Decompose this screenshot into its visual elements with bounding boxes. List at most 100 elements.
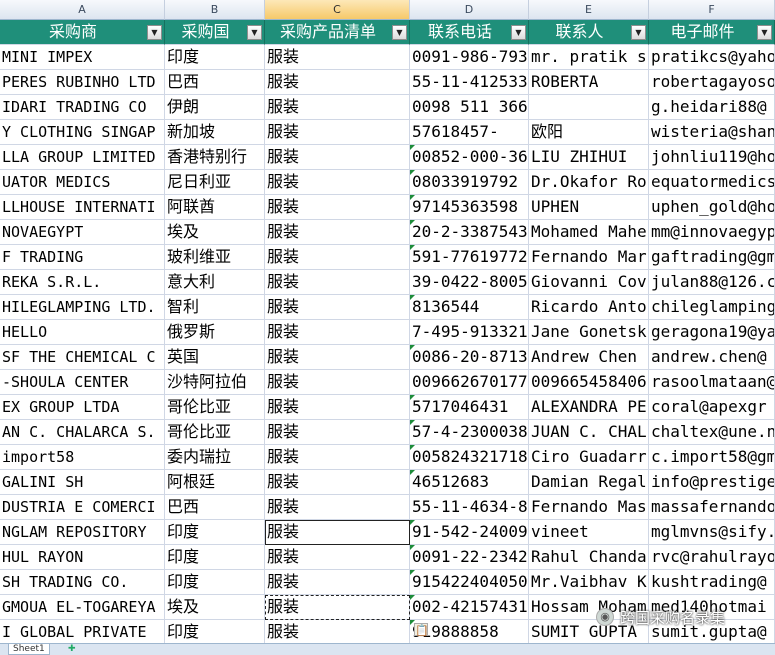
cell-col-f[interactable]: chaltex@une.n: [649, 420, 775, 445]
cell-col-e[interactable]: ROBERTA: [529, 70, 649, 95]
cell-col-c[interactable]: 服装: [265, 545, 410, 570]
cell-col-d[interactable]: 08033919792: [410, 170, 529, 195]
cell-col-e[interactable]: 欧阳: [529, 120, 649, 145]
cell-col-f[interactable]: kushtrading@: [649, 570, 775, 595]
cell-col-d[interactable]: 00852-000-36: [410, 145, 529, 170]
cell-col-d[interactable]: 57618457-: [410, 120, 529, 145]
buyer-header[interactable]: 采购商 ▼: [0, 20, 165, 45]
cell-col-e[interactable]: Jane Gonetsk: [529, 320, 649, 345]
cell-col-f[interactable]: andrew.chen@: [649, 345, 775, 370]
cell-col-f[interactable]: mglmvns@sify.: [649, 520, 775, 545]
cell-col-a[interactable]: SH TRADING CO.: [0, 570, 165, 595]
filter-dropdown-icon[interactable]: ▼: [392, 25, 407, 40]
cell-col-b[interactable]: 英国: [165, 345, 265, 370]
cell-col-c[interactable]: 服装: [265, 620, 410, 645]
email-header[interactable]: 电子邮件 ▼: [649, 20, 775, 45]
cell-col-a[interactable]: I GLOBAL PRIVATE: [0, 620, 165, 645]
cell-col-d[interactable]: 5717046431: [410, 395, 529, 420]
cell-col-d[interactable]: 46512683: [410, 470, 529, 495]
cell-col-f[interactable]: wisteria@shan: [649, 120, 775, 145]
cell-col-c[interactable]: 服装: [265, 95, 410, 120]
cell-col-f[interactable]: mm@innovaegyp: [649, 220, 775, 245]
cell-col-e[interactable]: Rahul Chanda: [529, 545, 649, 570]
cell-col-b[interactable]: 香港特别行: [165, 145, 265, 170]
cell-col-d[interactable]: 009662670177: [410, 370, 529, 395]
cell-col-f[interactable]: g.heidari88@: [649, 95, 775, 120]
cell-col-b[interactable]: 巴西: [165, 70, 265, 95]
cell-col-d[interactable]: 7-495-913321: [410, 320, 529, 345]
cell-col-f[interactable]: geragona19@ya: [649, 320, 775, 345]
cell-col-a[interactable]: GMOUA EL-TOGAREYA: [0, 595, 165, 620]
cell-col-e[interactable]: Fernando Mas: [529, 495, 649, 520]
filter-dropdown-icon[interactable]: ▼: [147, 25, 162, 40]
cell-col-a[interactable]: MINI IMPEX: [0, 45, 165, 70]
cell-col-e[interactable]: vineet: [529, 520, 649, 545]
cell-col-b[interactable]: 尼日利亚: [165, 170, 265, 195]
country-header[interactable]: 采购国 ▼: [165, 20, 265, 45]
filter-dropdown-icon[interactable]: ▼: [631, 25, 646, 40]
cell-col-a[interactable]: GALINI SH: [0, 470, 165, 495]
column-letter-a[interactable]: A: [0, 0, 165, 20]
product-list-header[interactable]: 采购产品清单 ▼: [265, 20, 410, 45]
cell-col-c[interactable]: 服装: [265, 420, 410, 445]
filter-dropdown-icon[interactable]: ▼: [757, 25, 772, 40]
column-letter-e[interactable]: E: [529, 0, 649, 20]
cell-col-c[interactable]: 服装: [265, 195, 410, 220]
cell-col-e[interactable]: JUAN C. CHAL: [529, 420, 649, 445]
cell-col-e[interactable]: Dr.Okafor Ro: [529, 170, 649, 195]
cell-col-b[interactable]: 新加坡: [165, 120, 265, 145]
cell-col-a[interactable]: Y CLOTHING SINGAP: [0, 120, 165, 145]
cell-col-e[interactable]: [529, 95, 649, 120]
cell-col-f[interactable]: johnliu119@ho: [649, 145, 775, 170]
cell-col-a[interactable]: PERES RUBINHO LTD: [0, 70, 165, 95]
cell-col-d[interactable]: 39-0422-8005: [410, 270, 529, 295]
paste-options-icon[interactable]: 📋: [414, 623, 429, 637]
cell-col-f[interactable]: uphen_gold@ho: [649, 195, 775, 220]
filter-dropdown-icon[interactable]: ▼: [247, 25, 262, 40]
cell-col-d[interactable]: 915422404050: [410, 570, 529, 595]
cell-col-a[interactable]: HUL RAYON: [0, 545, 165, 570]
cell-col-b[interactable]: 哥伦比亚: [165, 420, 265, 445]
cell-col-d[interactable]: 57-4-2300038: [410, 420, 529, 445]
cell-col-d[interactable]: 591-77619772: [410, 245, 529, 270]
cell-col-e[interactable]: UPHEN: [529, 195, 649, 220]
cell-col-b[interactable]: 巴西: [165, 495, 265, 520]
cell-col-c[interactable]: 服装: [265, 45, 410, 70]
cell-col-b[interactable]: 伊朗: [165, 95, 265, 120]
cell-col-f[interactable]: chileglamping: [649, 295, 775, 320]
cell-col-e[interactable]: Mohamed Mahe: [529, 220, 649, 245]
cell-col-b[interactable]: 印度: [165, 45, 265, 70]
cell-col-f[interactable]: coral@apexgr: [649, 395, 775, 420]
cell-col-b[interactable]: 埃及: [165, 595, 265, 620]
cell-col-c[interactable]: 服装: [265, 245, 410, 270]
cell-col-c[interactable]: 服装: [265, 295, 410, 320]
cell-col-c[interactable]: 服装: [265, 145, 410, 170]
cell-col-d[interactable]: 0091-986-793: [410, 45, 529, 70]
cell-col-b[interactable]: 印度: [165, 570, 265, 595]
cell-col-e[interactable]: LIU ZHIHUI: [529, 145, 649, 170]
cell-col-a[interactable]: AN C. CHALARCA S.: [0, 420, 165, 445]
cell-col-d[interactable]: 0091-22-2342: [410, 545, 529, 570]
cell-col-e[interactable]: Damian Regal: [529, 470, 649, 495]
cell-col-e[interactable]: Ciro Guadarr: [529, 445, 649, 470]
cell-col-b[interactable]: 俄罗斯: [165, 320, 265, 345]
cell-col-a[interactable]: IDARI TRADING CO: [0, 95, 165, 120]
insert-sheet-icon[interactable]: ✚: [68, 644, 76, 654]
cell-col-e[interactable]: Ricardo Anto: [529, 295, 649, 320]
column-letter-b[interactable]: B: [165, 0, 265, 20]
cell-col-f[interactable]: massafernando: [649, 495, 775, 520]
sheet-tab[interactable]: Sheet1: [8, 644, 50, 655]
cell-col-b[interactable]: 沙特阿拉伯: [165, 370, 265, 395]
cell-col-f[interactable]: pratikcs@yaho: [649, 45, 775, 70]
cell-col-c[interactable]: 服装: [265, 320, 410, 345]
cell-col-a[interactable]: HILEGLAMPING LTD.: [0, 295, 165, 320]
cell-col-a[interactable]: import58: [0, 445, 165, 470]
cell-col-e[interactable]: Mr.Vaibhav K: [529, 570, 649, 595]
cell-col-a[interactable]: UATOR MEDICS: [0, 170, 165, 195]
cell-col-f[interactable]: rasoolmataan@: [649, 370, 775, 395]
cell-col-e[interactable]: 009665458406: [529, 370, 649, 395]
phone-header[interactable]: 联系电话 ▼: [410, 20, 529, 45]
cell-col-b[interactable]: 阿根廷: [165, 470, 265, 495]
cell-col-b[interactable]: 印度: [165, 520, 265, 545]
cell-col-b[interactable]: 智利: [165, 295, 265, 320]
